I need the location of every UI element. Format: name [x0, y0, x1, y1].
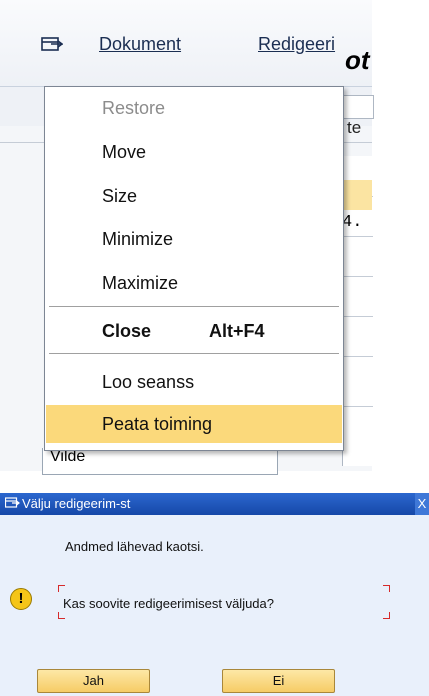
dialog-message: Andmed lähevad kaotsi. — [65, 539, 204, 554]
focus-corner — [58, 585, 65, 592]
partial-text: te — [347, 118, 362, 137]
menu-item-peata-toiming[interactable]: Peata toiming — [46, 405, 342, 443]
close-shortcut: Alt+F4 — [209, 321, 265, 341]
partial-value-text: 4. — [342, 213, 363, 232]
close-button[interactable]: X — [415, 493, 429, 515]
dialog-title-bar[interactable]: Välju redigeerim-st X — [0, 493, 429, 515]
menu-item-loo-seanss[interactable]: Loo seanss — [46, 363, 342, 401]
highlighted-field — [343, 180, 372, 210]
focus-corner — [383, 585, 390, 592]
dialog-title: Välju redigeerim-st — [22, 496, 131, 511]
menu-item-close[interactable]: Close Alt+F4 — [46, 312, 342, 350]
yes-button[interactable]: Jah — [37, 669, 150, 693]
menu-separator — [49, 353, 339, 354]
menu-item-restore[interactable]: Restore — [46, 89, 342, 127]
dialog-window-icon — [5, 497, 20, 508]
partial-heading-text: ot — [345, 45, 370, 75]
menu-bar: Dokument Redigeeri — [0, 0, 372, 86]
system-menu: Restore Move Size Minimize Maximize Clos… — [44, 86, 344, 451]
focus-corner — [58, 612, 65, 619]
no-button[interactable]: Ei — [222, 669, 335, 693]
dialog-question: Kas soovite redigeerimisest väljuda? — [63, 596, 274, 611]
menu-dokument[interactable]: Dokument — [99, 34, 181, 55]
menu-separator — [49, 306, 339, 307]
warning-icon: ! — [10, 588, 32, 610]
menu-item-minimize[interactable]: Minimize — [46, 220, 342, 258]
menu-redigeeri[interactable]: Redigeeri — [258, 34, 335, 55]
menu-item-size[interactable]: Size — [46, 177, 342, 215]
menu-item-move[interactable]: Move — [46, 133, 342, 171]
exit-dialog: Välju redigeerim-st X Andmed lähevad kao… — [0, 493, 429, 696]
menu-item-maximize[interactable]: Maximize — [46, 264, 342, 302]
focus-corner — [383, 612, 390, 619]
system-menu-icon[interactable] — [41, 36, 63, 54]
